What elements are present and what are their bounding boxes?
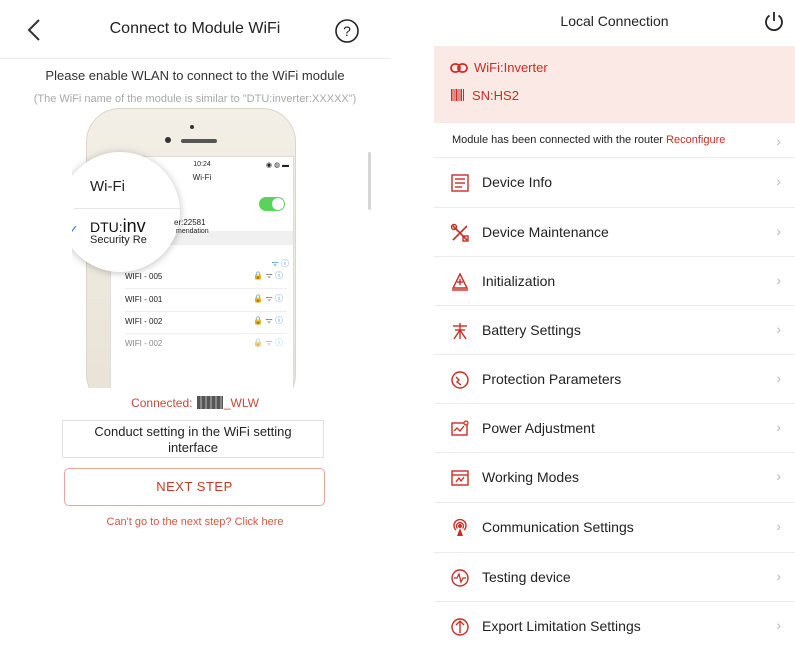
connected-network-icons: ᯤ ⓘ (271, 259, 289, 268)
security-tail: mendation (176, 228, 209, 235)
connection-banner: WiFi:Inverter SN:HS2 (434, 46, 795, 122)
chevron-right-icon: › (776, 173, 781, 189)
protection-icon (451, 371, 469, 389)
header: Connect to Module WiFi ? (0, 0, 390, 60)
wifi-info: WiFi:Inverter (450, 60, 548, 75)
testing-icon (451, 569, 469, 587)
redacted-block (196, 396, 223, 409)
network-row: WIFI - 002 🔒 ᯤ ⓘ (125, 316, 283, 326)
device-info-icon (451, 174, 469, 192)
chevron-right-icon: › (776, 223, 781, 239)
connect-wifi-screen: Connect to Module WiFi ? Please enable W… (0, 0, 390, 645)
phone-speaker (181, 139, 217, 143)
power-adjustment-icon (451, 420, 469, 436)
link-icon (450, 63, 468, 73)
conduct-setting-box: Conduct setting in the WiFi setting inte… (62, 420, 324, 458)
chevron-right-icon: › (776, 419, 781, 435)
chevron-right-icon: › (776, 321, 781, 337)
phone-sensor (190, 125, 194, 129)
chevron-right-icon[interactable]: › (776, 133, 781, 149)
battery-indicator: ◉ ◍ ▬ (265, 162, 289, 169)
hint-text: (The WiFi name of the module is similar … (33, 93, 357, 105)
screen-fade (111, 365, 293, 388)
menu-item-device-maintenance[interactable]: Device Maintenance › (434, 208, 795, 257)
chevron-right-icon: › (776, 468, 781, 484)
tools-icon (450, 223, 469, 242)
menu-item-initialization[interactable]: Initialization › (434, 257, 795, 306)
reconfigure-link[interactable]: Reconfigure (666, 134, 725, 146)
wifi-toggle (259, 197, 285, 211)
barcode-icon (451, 89, 464, 101)
phone-illustration: •••○○ 10:24 ◉ ◍ ▬ Wi-Fi ᯤ ⓘ WIFI - 005 🔒… (72, 108, 308, 388)
page-title: Local Connection (560, 13, 669, 29)
svg-text:?: ? (343, 23, 351, 39)
local-connection-screen: Local Connection WiFi:Inverter SN:HS2 Mo… (434, 0, 795, 645)
dtu-name-tail: er:22581 (174, 218, 206, 227)
chevron-right-icon: › (776, 568, 781, 584)
menu-item-battery-settings[interactable]: Battery Settings › (434, 306, 795, 355)
network-row: WIFI - 002 🔒 ᯤ ⓘ (125, 338, 283, 348)
connected-status: Connected: _WLW (131, 396, 259, 410)
menu-item-protection-parameters[interactable]: Protection Parameters › (434, 355, 795, 404)
menu-item-working-modes[interactable]: Working Modes › (434, 453, 795, 502)
power-icon[interactable] (763, 10, 785, 32)
scrollbar[interactable] (368, 152, 371, 210)
working-modes-icon (451, 470, 469, 486)
checkmark-icon: ✓ (72, 222, 79, 238)
chevron-right-icon: › (776, 518, 781, 534)
header-divider (0, 58, 390, 59)
module-status: Module has been connected with the route… (452, 134, 726, 146)
phone-camera (165, 137, 171, 143)
antenna-icon (453, 518, 467, 536)
menu-item-communication-settings[interactable]: Communication Settings › (434, 503, 795, 552)
wifi-label: Wi-Fi (90, 178, 125, 195)
security-text: Security Re (90, 234, 147, 246)
menu-item-power-adjustment[interactable]: Power Adjustment › (434, 404, 795, 453)
network-row: WIFI - 005 🔒 ᯤ ⓘ (125, 271, 283, 281)
menu-item-export-limitation-settings[interactable]: Export Limitation Settings › (434, 602, 795, 645)
chevron-right-icon: › (776, 617, 781, 633)
sn-info: SN:HS2 (450, 88, 519, 103)
cant-go-link[interactable]: Can't go to the next step? Click here (0, 516, 390, 528)
initialization-icon (451, 272, 469, 291)
chevron-right-icon: › (776, 370, 781, 386)
page-title: Connect to Module WiFi (109, 20, 281, 37)
instruction-text: Please enable WLAN to connect to the WiF… (45, 68, 345, 83)
magnifier-divider (74, 208, 180, 209)
network-row: WIFI - 001 🔒 ᯤ ⓘ (125, 294, 283, 304)
battery-tower-icon (453, 323, 467, 340)
menu-item-device-info[interactable]: Device Info › (434, 158, 795, 207)
menu-item-testing-device[interactable]: Testing device › (434, 553, 795, 602)
export-limit-icon (451, 618, 469, 636)
help-icon[interactable]: ? (334, 18, 360, 44)
header: Local Connection (434, 0, 795, 46)
chevron-right-icon: › (776, 272, 781, 288)
next-step-button[interactable]: NEXT STEP (64, 468, 325, 506)
